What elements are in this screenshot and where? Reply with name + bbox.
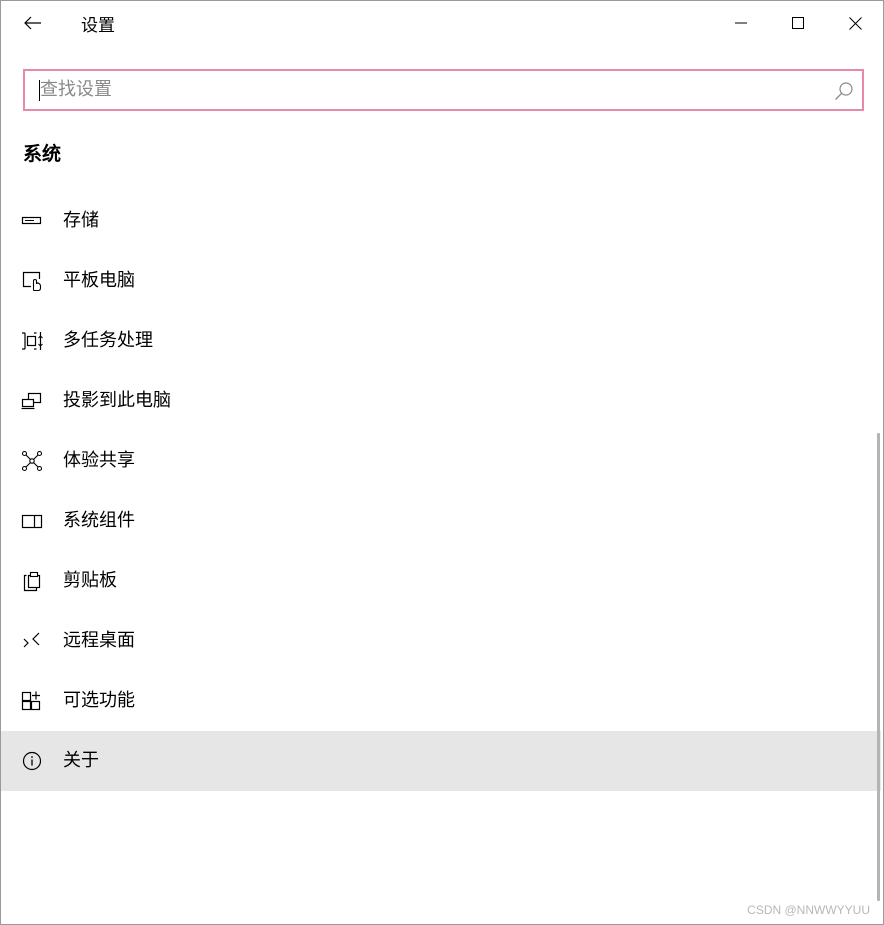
shared-experiences-icon — [21, 450, 43, 472]
nav-item-label: 平板电脑 — [63, 270, 135, 291]
system-components-icon — [21, 514, 43, 529]
nav-item-label: 关于 — [63, 750, 99, 771]
multitasking-icon — [22, 332, 43, 350]
search-placeholder: 查找设置 — [40, 79, 112, 100]
close-icon — [848, 16, 862, 30]
nav-item-shared-experiences[interactable]: 体验共享 — [1, 431, 881, 491]
projecting-icon — [21, 392, 42, 410]
nav-item-system-components[interactable]: 系统组件 — [1, 491, 881, 551]
nav-item-label: 存储 — [63, 210, 99, 231]
maximize-button[interactable] — [770, 1, 826, 45]
search-input[interactable]: 查找设置 — [23, 69, 864, 111]
nav-item-label: 剪贴板 — [63, 570, 117, 591]
nav-item-label: 系统组件 — [63, 510, 135, 531]
vertical-scrollbar[interactable] — [877, 433, 880, 901]
nav-item-storage[interactable]: 存储 — [1, 191, 881, 251]
close-button[interactable] — [827, 1, 883, 45]
watermark: CSDN @NNWWYYUU — [747, 903, 870, 917]
nav-item-label: 投影到此电脑 — [63, 390, 171, 411]
window-title: 设置 — [81, 16, 115, 36]
settings-nav-list: 电池 存储 平板电脑 — [1, 183, 881, 923]
minimize-button[interactable] — [713, 1, 769, 45]
info-icon — [22, 751, 42, 771]
nav-item-label: 远程桌面 — [63, 630, 135, 651]
tablet-icon — [22, 271, 42, 292]
nav-item-remote-desktop[interactable]: 远程桌面 — [1, 611, 881, 671]
clipboard-icon — [23, 571, 41, 592]
nav-item-optional-features[interactable]: 可选功能 — [1, 671, 881, 731]
section-title: 系统 — [23, 143, 62, 165]
remote-desktop-icon — [23, 632, 40, 648]
nav-item-projecting[interactable]: 投影到此电脑 — [1, 371, 881, 431]
nav-item-label: 体验共享 — [63, 450, 135, 471]
back-arrow-icon — [24, 16, 41, 30]
nav-item-multitasking[interactable]: 多任务处理 — [1, 311, 881, 371]
nav-item-clipboard[interactable]: 剪贴板 — [1, 551, 881, 611]
maximize-icon — [792, 17, 804, 29]
nav-item-label: 多任务处理 — [63, 330, 153, 351]
optional-features-icon — [21, 691, 41, 711]
title-bar: 设置 — [1, 1, 883, 47]
search-icon[interactable] — [834, 81, 854, 101]
back-button[interactable] — [13, 7, 53, 39]
nav-item-battery[interactable]: 电池 — [1, 183, 881, 191]
minimize-icon — [735, 22, 747, 24]
settings-window: 设置 查找设置 系统 电池 — [0, 0, 884, 925]
nav-item-tablet[interactable]: 平板电脑 — [1, 251, 881, 311]
nav-item-label: 可选功能 — [63, 690, 135, 711]
nav-item-about[interactable]: 关于 — [1, 731, 881, 791]
storage-icon — [21, 216, 42, 225]
